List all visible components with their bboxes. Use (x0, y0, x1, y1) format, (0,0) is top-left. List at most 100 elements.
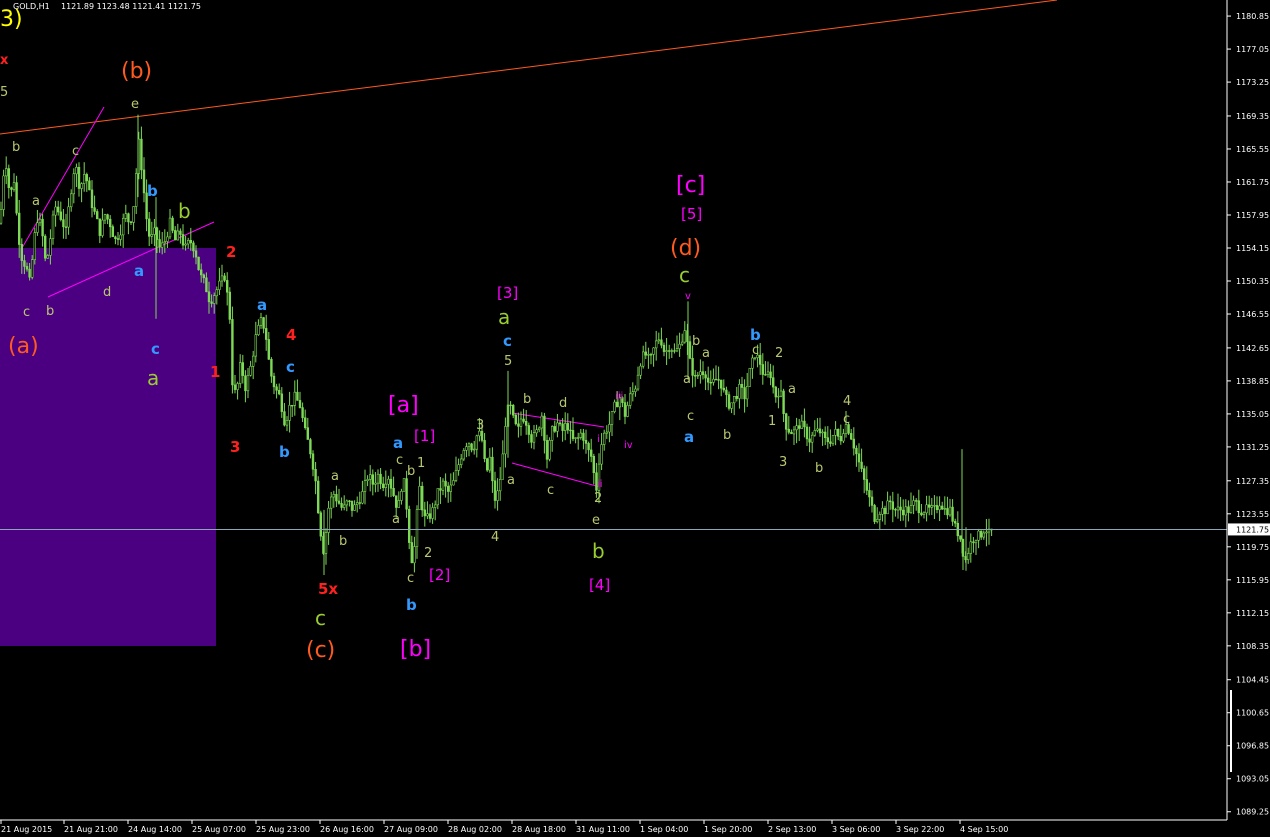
price-tick-label: 1142.65 (1236, 344, 1269, 353)
time-tick-label: 25 Aug 23:00 (256, 825, 310, 834)
wave-label: v (685, 291, 691, 302)
price-tick-label: 1093.05 (1236, 775, 1269, 784)
wave-label: a (32, 194, 40, 209)
wave-label: iv (624, 440, 633, 451)
candle (228, 287, 231, 324)
candle (514, 413, 518, 426)
price-tick-label: 1180.85 (1236, 12, 1269, 21)
price-chart[interactable]: 3)x (b)e5b cac bd(a)bbaca213a4cbab5xc(c)[a]… (0, 0, 1270, 837)
wave-label: [a] (388, 393, 419, 418)
purple-zone (0, 248, 216, 646)
wave-label: c (843, 412, 850, 427)
wave-label: 1 (210, 363, 220, 381)
wave-label: 4 (286, 326, 296, 344)
wave-label: (d) (670, 236, 701, 261)
wave-label: a (788, 382, 796, 397)
time-tick-label: 28 Aug 02:00 (448, 825, 502, 834)
wave-label: a (134, 262, 144, 280)
price-tick-label: 1138.85 (1236, 377, 1269, 386)
wave-label: c (752, 343, 759, 358)
wave-label: e (131, 97, 139, 112)
ohlc-header: 1121.89 1123.48 1121.41 1121.75 (61, 2, 201, 11)
price-tick-label: 1096.85 (1236, 742, 1269, 751)
current-price-tag-label: 1121.75 (1236, 525, 1269, 534)
wave-label: a (392, 512, 400, 527)
candle (873, 503, 876, 525)
time-tick-label: 27 Aug 09:00 (384, 825, 438, 834)
candle (402, 478, 406, 492)
wave-label: a (702, 346, 710, 361)
time-tick-label: 2 Sep 13:00 (768, 825, 816, 834)
wave-label: b (750, 326, 761, 344)
wave-label: [5] (681, 205, 702, 223)
wave-label: a (257, 296, 267, 314)
wave-label: c (151, 340, 160, 358)
wave-label: c (23, 305, 30, 320)
wave-label: 2 (424, 546, 432, 561)
wave-label: c (679, 263, 690, 287)
wave-label: c (72, 144, 79, 159)
wave-label: 1 (768, 414, 776, 429)
price-tick-label: 1150.35 (1236, 277, 1269, 286)
wave-label: c (286, 358, 295, 376)
time-tick-label: 21 Aug 2015 (1, 825, 52, 834)
time-tick-label: 3 Sep 06:00 (832, 825, 880, 834)
wave-label: b (815, 461, 823, 476)
time-tick-label: 25 Aug 07:00 (192, 825, 246, 834)
price-tick-label: 1123.55 (1236, 510, 1269, 519)
wave-label: 5 (0, 85, 8, 100)
time-tick-label: 26 Aug 16:00 (320, 825, 374, 834)
price-tick-label: 1161.75 (1236, 178, 1269, 187)
candle (727, 391, 731, 411)
candle (407, 505, 411, 550)
wave-label: b (723, 428, 731, 443)
wave-label: b (12, 140, 20, 155)
wave-label: b (692, 334, 700, 349)
candle (548, 437, 551, 462)
wave-label: (c) (306, 638, 335, 663)
candle (2, 169, 5, 217)
purple-zone-box (0, 248, 216, 646)
time-tick-label: 3 Sep 22:00 (896, 825, 944, 834)
price-tick-label: 1165.55 (1236, 145, 1269, 154)
price-tick-label: 1115.95 (1236, 576, 1269, 585)
price-tick-label: 1112.15 (1236, 609, 1269, 618)
wave-label: c (315, 606, 326, 630)
wave-label: (b) (121, 59, 152, 84)
wave-label: [2] (429, 566, 450, 584)
price-tick-label: 1177.05 (1236, 45, 1269, 54)
time-tick-label: 1 Sep 20:00 (704, 825, 752, 834)
wave-label: 2 (775, 346, 783, 361)
wave-label: x (0, 53, 9, 68)
wave-label: a (331, 469, 339, 484)
price-tick-label: 1169.35 (1236, 112, 1269, 121)
wave-label: (a) (8, 334, 39, 359)
wave-label: c (687, 409, 694, 424)
wave-label: iii (615, 391, 623, 402)
time-tick-label: 31 Aug 11:00 (576, 825, 630, 834)
wave-label: b (406, 596, 417, 614)
wave-label: 4 (843, 394, 851, 409)
wave-label: b (46, 304, 54, 319)
wave-label: [b] (400, 637, 431, 662)
candle (316, 476, 320, 514)
wave-label: [c] (676, 173, 705, 198)
candle (748, 367, 752, 387)
wave-label: 2 (594, 491, 602, 506)
time-tick-label: 1 Sep 04:00 (640, 825, 688, 834)
wave-label: a (683, 372, 691, 387)
wave-label: b (339, 534, 347, 549)
price-tick-label: 1108.35 (1236, 642, 1269, 651)
wave-label: a (393, 434, 403, 452)
price-tick-label: 1089.25 (1236, 808, 1269, 817)
price-tick-label: 1135.05 (1236, 410, 1269, 419)
price-tick-label: 1100.65 (1236, 709, 1269, 718)
wave-label: 3 (779, 455, 787, 470)
time-tick-label: 21 Aug 21:00 (64, 825, 118, 834)
wave-label: [1] (414, 427, 435, 445)
wave-label: 5 (504, 354, 512, 369)
wave-label: b (592, 539, 605, 563)
candle (485, 457, 489, 472)
wave-label: c (547, 483, 554, 498)
wave-label: a (507, 473, 515, 488)
